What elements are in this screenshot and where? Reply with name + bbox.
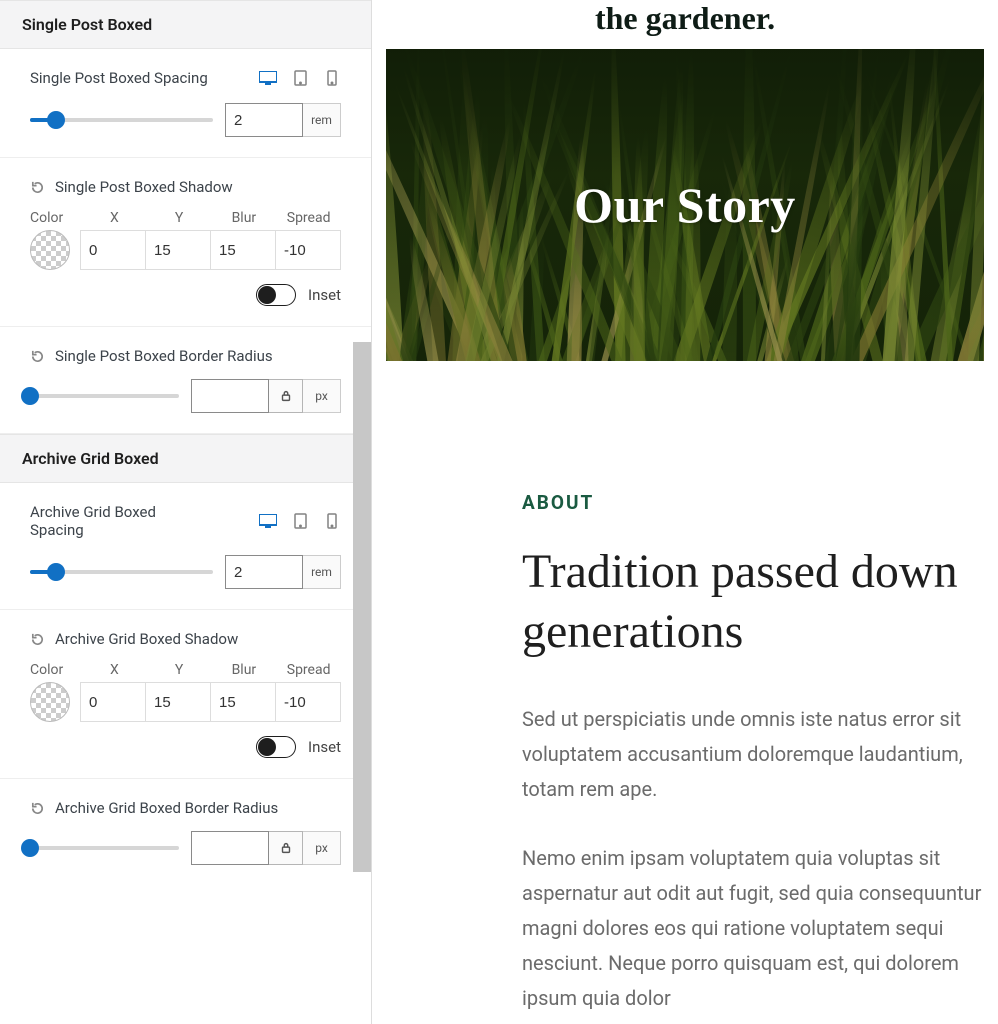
single-post-shadow-blur[interactable]	[211, 230, 276, 270]
archive-radius-slider[interactable]	[30, 838, 179, 858]
archive-radius-control: Archive Grid Boxed Border Radius px	[0, 779, 371, 885]
archive-spacing-slider[interactable]	[30, 562, 213, 582]
tablet-icon[interactable]	[291, 70, 309, 86]
section-header-archive: Archive Grid Boxed	[0, 434, 371, 483]
archive-shadow-inset-label: Inset	[308, 738, 341, 756]
single-post-radius-label: Single Post Boxed Border Radius	[55, 347, 341, 365]
single-post-shadow-label: Single Post Boxed Shadow	[55, 178, 341, 196]
shadow-col-blur: Blur	[212, 662, 277, 678]
reset-icon[interactable]	[30, 349, 45, 364]
archive-shadow-spread[interactable]	[276, 682, 341, 722]
single-post-radius-unit[interactable]: px	[303, 379, 341, 413]
archive-radius-input[interactable]	[191, 831, 269, 865]
archive-shadow-control: Archive Grid Boxed Shadow Color X Y Blur…	[0, 610, 371, 779]
shadow-col-spread: Spread	[276, 210, 341, 226]
hero-title: Our Story	[386, 49, 984, 361]
archive-spacing-control: Archive Grid Boxed Spacing rem	[0, 483, 371, 610]
shadow-col-x: X	[82, 210, 147, 226]
archive-shadow-label: Archive Grid Boxed Shadow	[55, 630, 341, 648]
device-toggle-group	[259, 70, 341, 86]
shadow-col-y: Y	[147, 210, 212, 226]
article-content: ABOUT Tradition passed down generations …	[372, 361, 998, 1016]
single-post-shadow-inset-label: Inset	[308, 286, 341, 304]
single-post-shadow-color[interactable]	[30, 230, 70, 270]
mobile-icon[interactable]	[323, 513, 341, 529]
archive-radius-label: Archive Grid Boxed Border Radius	[55, 799, 341, 817]
single-post-spacing-unit[interactable]: rem	[303, 103, 341, 137]
shadow-col-x: X	[82, 662, 147, 678]
shadow-col-color: Color	[30, 662, 82, 678]
single-post-spacing-label: Single Post Boxed Spacing	[30, 69, 208, 87]
single-post-shadow-spread[interactable]	[276, 230, 341, 270]
archive-shadow-blur[interactable]	[211, 682, 276, 722]
link-values-button[interactable]	[269, 379, 303, 413]
mobile-icon[interactable]	[323, 70, 341, 86]
desktop-icon[interactable]	[259, 513, 277, 529]
link-values-button[interactable]	[269, 831, 303, 865]
article-para-2: Nemo enim ipsam voluptatem quia voluptas…	[522, 841, 998, 1016]
single-post-radius-input[interactable]	[191, 379, 269, 413]
archive-spacing-input[interactable]	[225, 555, 303, 589]
shadow-col-color: Color	[30, 210, 82, 226]
sidebar-scrollbar[interactable]	[353, 342, 371, 872]
preview-pane: the gardener. Our Story ABOUT Tradition …	[372, 0, 998, 1024]
archive-shadow-color[interactable]	[30, 682, 70, 722]
shadow-col-y: Y	[147, 662, 212, 678]
reset-icon[interactable]	[30, 632, 45, 647]
section-header-single-post: Single Post Boxed	[0, 0, 371, 49]
reset-icon[interactable]	[30, 180, 45, 195]
preview-top-line: the gardener.	[372, 0, 998, 41]
single-post-shadow-inset-toggle[interactable]	[256, 284, 296, 306]
article-para-1: Sed ut perspiciatis unde omnis iste natu…	[522, 702, 998, 807]
single-post-spacing-control: Single Post Boxed Spacing rem	[0, 49, 371, 158]
hero-image: Our Story	[386, 49, 984, 361]
archive-spacing-label: Archive Grid Boxed Spacing	[30, 503, 190, 539]
archive-shadow-inset-toggle[interactable]	[256, 736, 296, 758]
single-post-radius-slider[interactable]	[30, 386, 179, 406]
shadow-col-spread: Spread	[276, 662, 341, 678]
customizer-sidebar: Single Post Boxed Single Post Boxed Spac…	[0, 0, 372, 1024]
archive-radius-unit[interactable]: px	[303, 831, 341, 865]
single-post-spacing-slider[interactable]	[30, 110, 213, 130]
single-post-shadow-x[interactable]	[80, 230, 146, 270]
single-post-shadow-y[interactable]	[146, 230, 211, 270]
single-post-radius-control: Single Post Boxed Border Radius px	[0, 327, 371, 434]
archive-shadow-y[interactable]	[146, 682, 211, 722]
single-post-shadow-control: Single Post Boxed Shadow Color X Y Blur …	[0, 158, 371, 327]
tablet-icon[interactable]	[291, 513, 309, 529]
desktop-icon[interactable]	[259, 70, 277, 86]
reset-icon[interactable]	[30, 801, 45, 816]
archive-shadow-x[interactable]	[80, 682, 146, 722]
single-post-spacing-input[interactable]	[225, 103, 303, 137]
device-toggle-group	[259, 513, 341, 529]
article-eyebrow: ABOUT	[522, 491, 998, 514]
article-headline: Tradition passed down generations	[522, 542, 998, 662]
archive-spacing-unit[interactable]: rem	[303, 555, 341, 589]
shadow-col-blur: Blur	[212, 210, 277, 226]
